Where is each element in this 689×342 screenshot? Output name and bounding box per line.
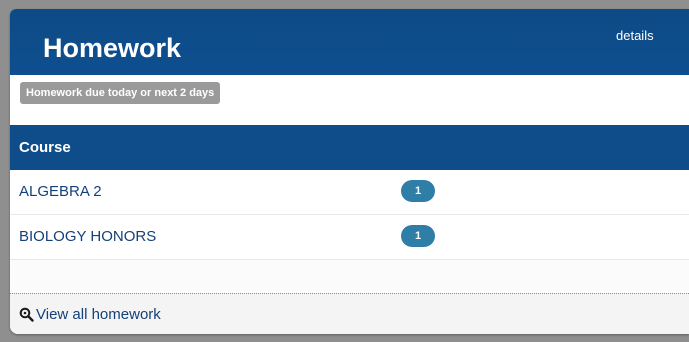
homework-count-badge[interactable]: 1	[401, 180, 435, 202]
homework-widget: Homework details Homework due today or n…	[10, 9, 689, 334]
table-row: BIOLOGY HONORS 1	[10, 215, 689, 260]
course-column-label: Course	[19, 139, 71, 156]
course-link-algebra-2[interactable]: ALGEBRA 2	[19, 183, 102, 200]
table-column-header: Course	[10, 125, 689, 170]
homework-count-badge[interactable]: 1	[401, 225, 435, 247]
magnifier-icon	[19, 307, 34, 322]
view-all-homework-link[interactable]: View all homework	[19, 306, 161, 323]
due-filter-badge: Homework due today or next 2 days	[20, 82, 221, 104]
widget-footer: View all homework	[10, 293, 689, 334]
table-row: ALGEBRA 2 1	[10, 170, 689, 215]
view-all-homework-label: View all homework	[36, 306, 161, 323]
course-link-biology-honors[interactable]: BIOLOGY HONORS	[19, 228, 156, 245]
details-link[interactable]: details	[616, 28, 654, 43]
empty-row	[10, 260, 689, 292]
widget-title: Homework	[43, 33, 182, 63]
widget-header: Homework details	[10, 9, 689, 75]
